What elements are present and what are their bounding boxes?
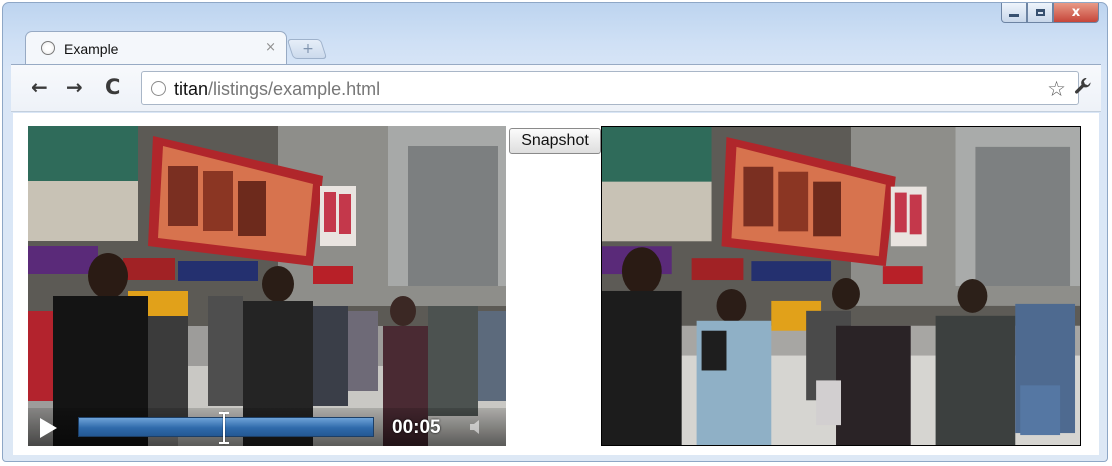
page-content: 00:05 Snapshot (13, 113, 1099, 455)
close-window-button[interactable]: x (1053, 3, 1099, 23)
tab-close-icon[interactable]: × (265, 40, 276, 55)
globe-icon (41, 41, 55, 55)
url-text[interactable]: titan/listings/example.html (174, 79, 380, 100)
new-tab-plus-icon: + (302, 41, 314, 57)
forward-arrow-icon[interactable]: → (66, 77, 83, 97)
volume-icon[interactable] (470, 420, 482, 434)
close-icon: x (1071, 5, 1081, 20)
minimize-button[interactable] (1001, 3, 1027, 23)
tab-title: Example (64, 41, 119, 57)
wrench-icon[interactable] (1073, 76, 1093, 101)
snapshot-image (602, 127, 1080, 445)
page-icon (151, 81, 166, 96)
url-host: titan (174, 79, 209, 99)
window-controls: x (1001, 3, 1099, 23)
browser-toolbar: ← → C titan/listings/example.html ☆ (11, 64, 1101, 112)
video-time: 00:05 (392, 417, 441, 438)
tab-example[interactable]: Example × (25, 31, 287, 65)
seek-bar[interactable] (78, 412, 374, 444)
seek-handle[interactable] (219, 412, 229, 444)
url-path: /listings/example.html (208, 79, 381, 99)
video-player[interactable]: 00:05 (28, 126, 506, 446)
snapshot-canvas (601, 126, 1081, 446)
back-arrow-icon[interactable]: ← (31, 77, 48, 97)
play-icon[interactable] (40, 418, 57, 438)
browser-window: x Example × + ← → C titan/listings/examp… (2, 2, 1108, 462)
reload-icon[interactable]: C (105, 77, 120, 98)
address-bar[interactable]: titan/listings/example.html ☆ (141, 71, 1079, 105)
video-controls: 00:05 (28, 408, 506, 446)
snapshot-button[interactable]: Snapshot (509, 128, 601, 154)
maximize-button[interactable] (1027, 3, 1053, 23)
bookmark-star-icon[interactable]: ☆ (1047, 77, 1066, 101)
minimize-icon (1009, 14, 1019, 17)
maximize-icon (1035, 9, 1045, 16)
video-frame (28, 126, 506, 446)
